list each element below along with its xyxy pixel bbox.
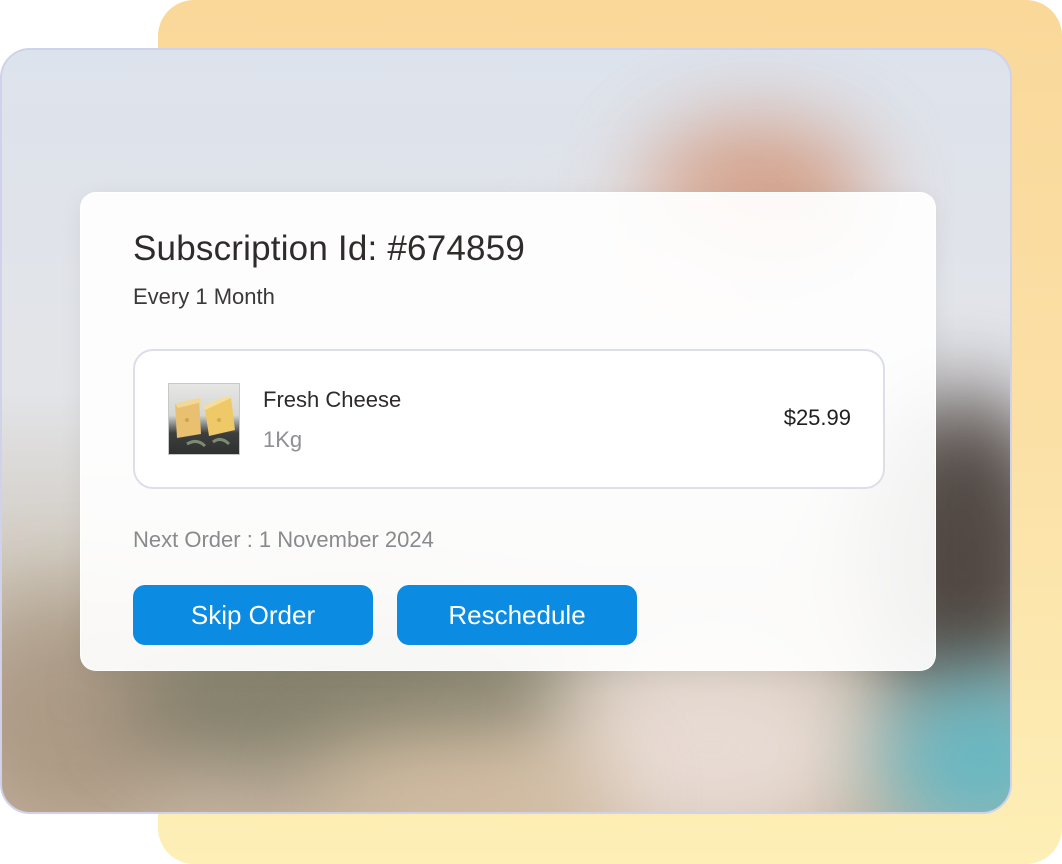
- cheese-image-icon: [175, 396, 235, 448]
- subscription-frequency: Every 1 Month: [133, 284, 275, 309]
- reschedule-button[interactable]: Reschedule: [397, 585, 637, 645]
- cheese-photo: [168, 383, 240, 455]
- product-quantity: 1Kg: [263, 427, 303, 452]
- skip-order-button[interactable]: Skip Order: [133, 585, 373, 645]
- next-order-date: Next Order : 1 November 2024: [133, 527, 434, 552]
- product-price: $25.99: [783, 405, 851, 430]
- product-name: Fresh Cheese: [263, 387, 402, 412]
- subscription-title: Subscription Id: #674859: [133, 229, 526, 268]
- blur-shape: [882, 670, 1010, 812]
- subscription-card: Subscription Id: #674859 Every 1 Month F…: [80, 192, 936, 671]
- product-item[interactable]: Fresh Cheese 1Kg $25.99: [133, 349, 885, 489]
